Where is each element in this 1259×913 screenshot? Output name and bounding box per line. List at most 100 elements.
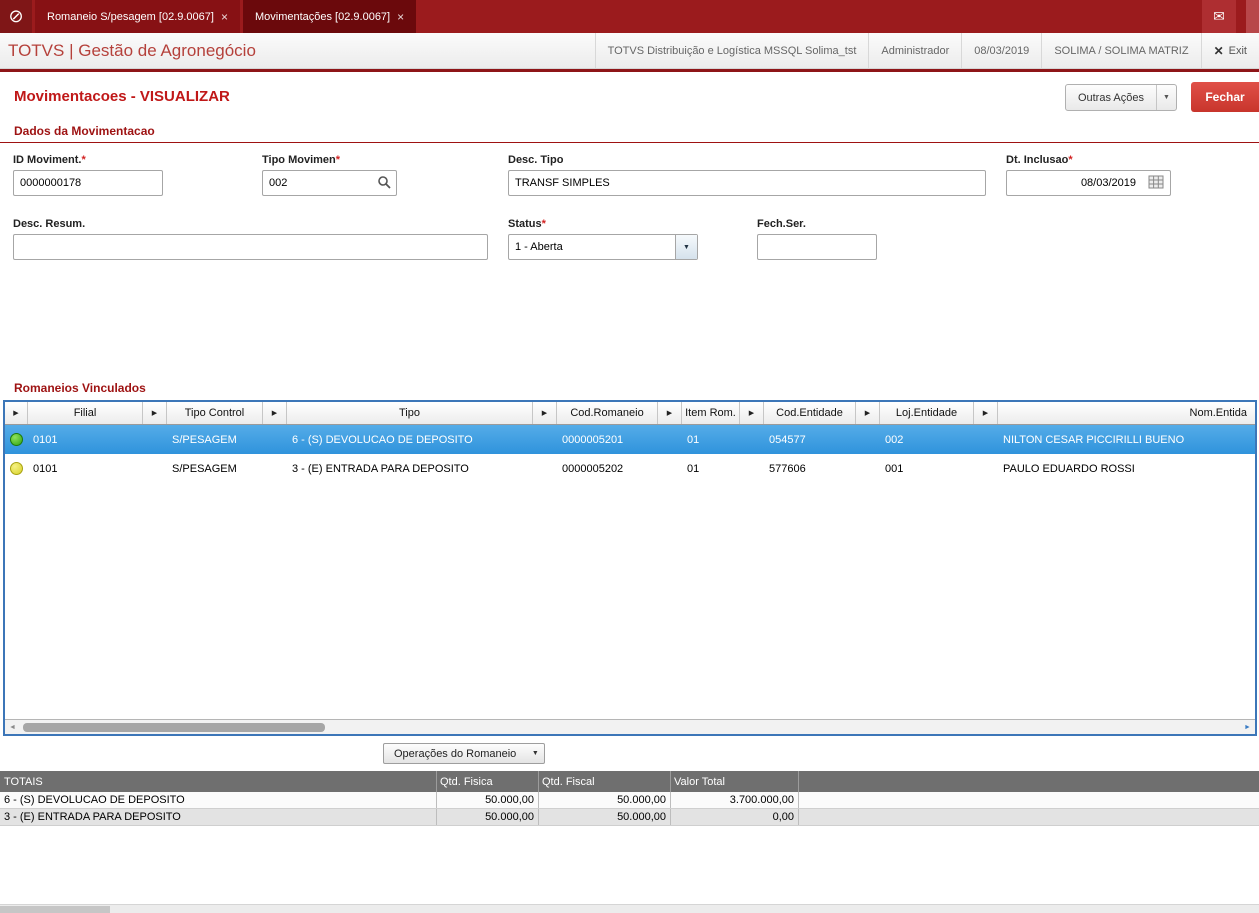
sort-arrow-icon[interactable]: ▶ bbox=[974, 402, 998, 424]
sort-arrow-icon[interactable]: ▶ bbox=[263, 402, 287, 424]
totals-qtd-fiscal: 50.000,00 bbox=[539, 809, 671, 825]
row-status-yellow-icon bbox=[10, 462, 23, 475]
col-header-filial[interactable]: Filial bbox=[28, 402, 143, 424]
mail-icon: ✉ bbox=[1213, 8, 1225, 24]
cell-tipo-control: S/PESAGEM bbox=[172, 462, 237, 475]
operacoes-romaneio-button[interactable]: Operações do Romaneio ▼ bbox=[383, 743, 546, 764]
sort-arrow-icon[interactable]: ▶ bbox=[658, 402, 682, 424]
cell-loj-entidade: 001 bbox=[885, 462, 904, 475]
cell-nom-entidade: PAULO EDUARDO ROSSI bbox=[1003, 462, 1135, 475]
cell-cod-entidade: 054577 bbox=[769, 433, 806, 446]
dt-inclusao-label: Dt. Inclusao* bbox=[1006, 154, 1073, 166]
cell-cod-romaneio: 0000005202 bbox=[562, 462, 624, 475]
cell-nom-entidade: NILTON CESAR PICCIRILLI BUENO bbox=[1003, 433, 1185, 446]
page-horizontal-scrollbar[interactable] bbox=[0, 904, 1259, 913]
id-moviment-label: ID Moviment.* bbox=[13, 154, 86, 166]
sort-arrow-icon[interactable]: ▶ bbox=[5, 402, 28, 424]
totals-empty-cell bbox=[799, 792, 1259, 808]
totals-label: 6 - (S) DEVOLUCAO DE DEPOSITO bbox=[0, 792, 437, 808]
totals-label: 3 - (E) ENTRADA PARA DEPOSITO bbox=[0, 809, 437, 825]
tab-close-icon[interactable]: × bbox=[397, 10, 404, 24]
tipo-movimen-label: Tipo Movimen* bbox=[262, 154, 341, 166]
scrollbar-thumb[interactable] bbox=[0, 906, 110, 913]
col-header-cod-romaneio[interactable]: Cod.Romaneio bbox=[557, 402, 658, 424]
sort-arrow-icon[interactable]: ▶ bbox=[740, 402, 764, 424]
operacoes-row: Operações do Romaneio ▼ bbox=[0, 736, 1259, 768]
app-header: TOTVS | Gestão de Agronegócio TOTVS Dist… bbox=[0, 33, 1259, 69]
tab-movimentacoes[interactable]: Movimentações [02.9.0067] × bbox=[242, 0, 417, 33]
totals-row: 6 - (S) DEVOLUCAO DE DEPOSITO 50.000,00 … bbox=[0, 792, 1259, 809]
required-marker: * bbox=[1068, 154, 1073, 166]
status-value: 1 - Aberta bbox=[515, 241, 563, 253]
totals-valor-total: 0,00 bbox=[671, 809, 799, 825]
exit-button[interactable]: ✕ Exit bbox=[1200, 33, 1259, 68]
sort-arrow-icon[interactable]: ▶ bbox=[533, 402, 557, 424]
col-header-item-rom[interactable]: Item Rom. bbox=[682, 402, 740, 424]
calendar-icon[interactable] bbox=[1148, 175, 1164, 194]
required-marker: * bbox=[541, 218, 546, 230]
required-marker: * bbox=[81, 154, 86, 166]
tab-close-icon[interactable]: × bbox=[221, 10, 228, 24]
dt-inclusao-field[interactable] bbox=[1006, 170, 1171, 196]
scrollbar-thumb[interactable] bbox=[23, 722, 325, 732]
totals-col-qtd-fisica: Qtd. Fisica bbox=[437, 771, 539, 792]
fechar-button[interactable]: Fechar bbox=[1191, 82, 1259, 112]
page-title: Movimentacoes - VISUALIZAR bbox=[14, 88, 230, 105]
cell-item-rom: 01 bbox=[687, 433, 700, 446]
tab-label: Romaneio S/pesagem [02.9.0067] bbox=[47, 10, 214, 23]
grid-header-row: ▶ Filial ▶ Tipo Control ▶ Tipo ▶ Cod.Rom… bbox=[5, 402, 1255, 425]
totals-qtd-fisica: 50.000,00 bbox=[437, 809, 539, 825]
grid-horizontal-scrollbar[interactable]: ◄ ► bbox=[5, 719, 1255, 734]
desc-tipo-field[interactable] bbox=[508, 170, 986, 196]
cell-tipo: 3 - (E) ENTRADA PARA DEPOSITO bbox=[292, 462, 469, 475]
search-icon[interactable] bbox=[377, 175, 392, 195]
scroll-left-icon[interactable]: ◄ bbox=[5, 720, 20, 734]
status-label: Status* bbox=[508, 218, 546, 230]
status-select[interactable]: 1 - Aberta ▼ bbox=[508, 234, 698, 260]
id-moviment-field[interactable] bbox=[13, 170, 163, 196]
chevron-down-icon[interactable]: ▼ bbox=[1156, 85, 1176, 110]
chevron-down-icon[interactable]: ▼ bbox=[526, 744, 544, 763]
totals-header-row: TOTAIS Qtd. Fisica Qtd. Fiscal Valor Tot… bbox=[0, 771, 1259, 792]
exit-close-icon: ✕ bbox=[1213, 43, 1224, 58]
sort-arrow-icon[interactable]: ▶ bbox=[143, 402, 167, 424]
outras-acoes-label: Outras Ações bbox=[1077, 91, 1144, 104]
col-header-tipo[interactable]: Tipo bbox=[287, 402, 533, 424]
totals-valor-total: 3.700.000,00 bbox=[671, 792, 799, 808]
company-name: SOLIMA / SOLIMA MATRIZ bbox=[1041, 33, 1200, 68]
desc-resum-field[interactable] bbox=[13, 234, 488, 260]
col-header-tipo-control[interactable]: Tipo Control bbox=[167, 402, 263, 424]
tab-romaneio-spesagem[interactable]: Romaneio S/pesagem [02.9.0067] × bbox=[35, 0, 240, 33]
totals-qtd-fiscal: 50.000,00 bbox=[539, 792, 671, 808]
table-row[interactable]: 0101 S/PESAGEM 3 - (E) ENTRADA PARA DEPO… bbox=[5, 454, 1255, 483]
fech-ser-field[interactable] bbox=[757, 234, 877, 260]
col-header-cod-entidade[interactable]: Cod.Entidade bbox=[764, 402, 856, 424]
operacoes-romaneio-label: Operações do Romaneio bbox=[394, 747, 517, 760]
romaneios-grid: ▶ Filial ▶ Tipo Control ▶ Tipo ▶ Cod.Rom… bbox=[3, 400, 1257, 736]
session-date: 08/03/2019 bbox=[961, 33, 1041, 68]
totals-qtd-fisica: 50.000,00 bbox=[437, 792, 539, 808]
topbar-corner-button[interactable] bbox=[1246, 0, 1259, 33]
table-row[interactable]: 0101 S/PESAGEM 6 - (S) DEVOLUCAO DE DEPO… bbox=[5, 425, 1255, 454]
col-header-loj-entidade[interactable]: Loj.Entidade bbox=[880, 402, 974, 424]
sort-arrow-icon[interactable]: ▶ bbox=[856, 402, 880, 424]
cell-filial: 0101 bbox=[33, 462, 58, 475]
exit-label: Exit bbox=[1228, 44, 1247, 57]
totals-col-totais: TOTAIS bbox=[0, 771, 437, 792]
tab-label: Movimentações [02.9.0067] bbox=[254, 10, 391, 23]
app-block-icon[interactable]: ⊘ bbox=[0, 0, 32, 33]
block-icon: ⊘ bbox=[8, 6, 24, 26]
col-header-nom-entidade[interactable]: Nom.Entida bbox=[998, 402, 1255, 424]
row-status-green-icon bbox=[10, 433, 23, 446]
outras-acoes-button[interactable]: Outras Ações ▼ bbox=[1064, 84, 1177, 111]
movimentacao-form: ID Moviment.* Tipo Movimen* Desc. Tipo D… bbox=[0, 143, 1259, 381]
mail-button[interactable]: ✉ bbox=[1202, 0, 1236, 33]
scroll-right-icon[interactable]: ► bbox=[1240, 720, 1255, 734]
cell-filial: 0101 bbox=[33, 433, 58, 446]
desc-tipo-label: Desc. Tipo bbox=[508, 154, 564, 166]
top-tab-bar: ⊘ Romaneio S/pesagem [02.9.0067] × Movim… bbox=[0, 0, 1259, 33]
fech-ser-label: Fech.Ser. bbox=[757, 218, 806, 230]
chevron-down-icon[interactable]: ▼ bbox=[675, 235, 697, 259]
app-brand-title: TOTVS | Gestão de Agronegócio bbox=[8, 40, 256, 60]
